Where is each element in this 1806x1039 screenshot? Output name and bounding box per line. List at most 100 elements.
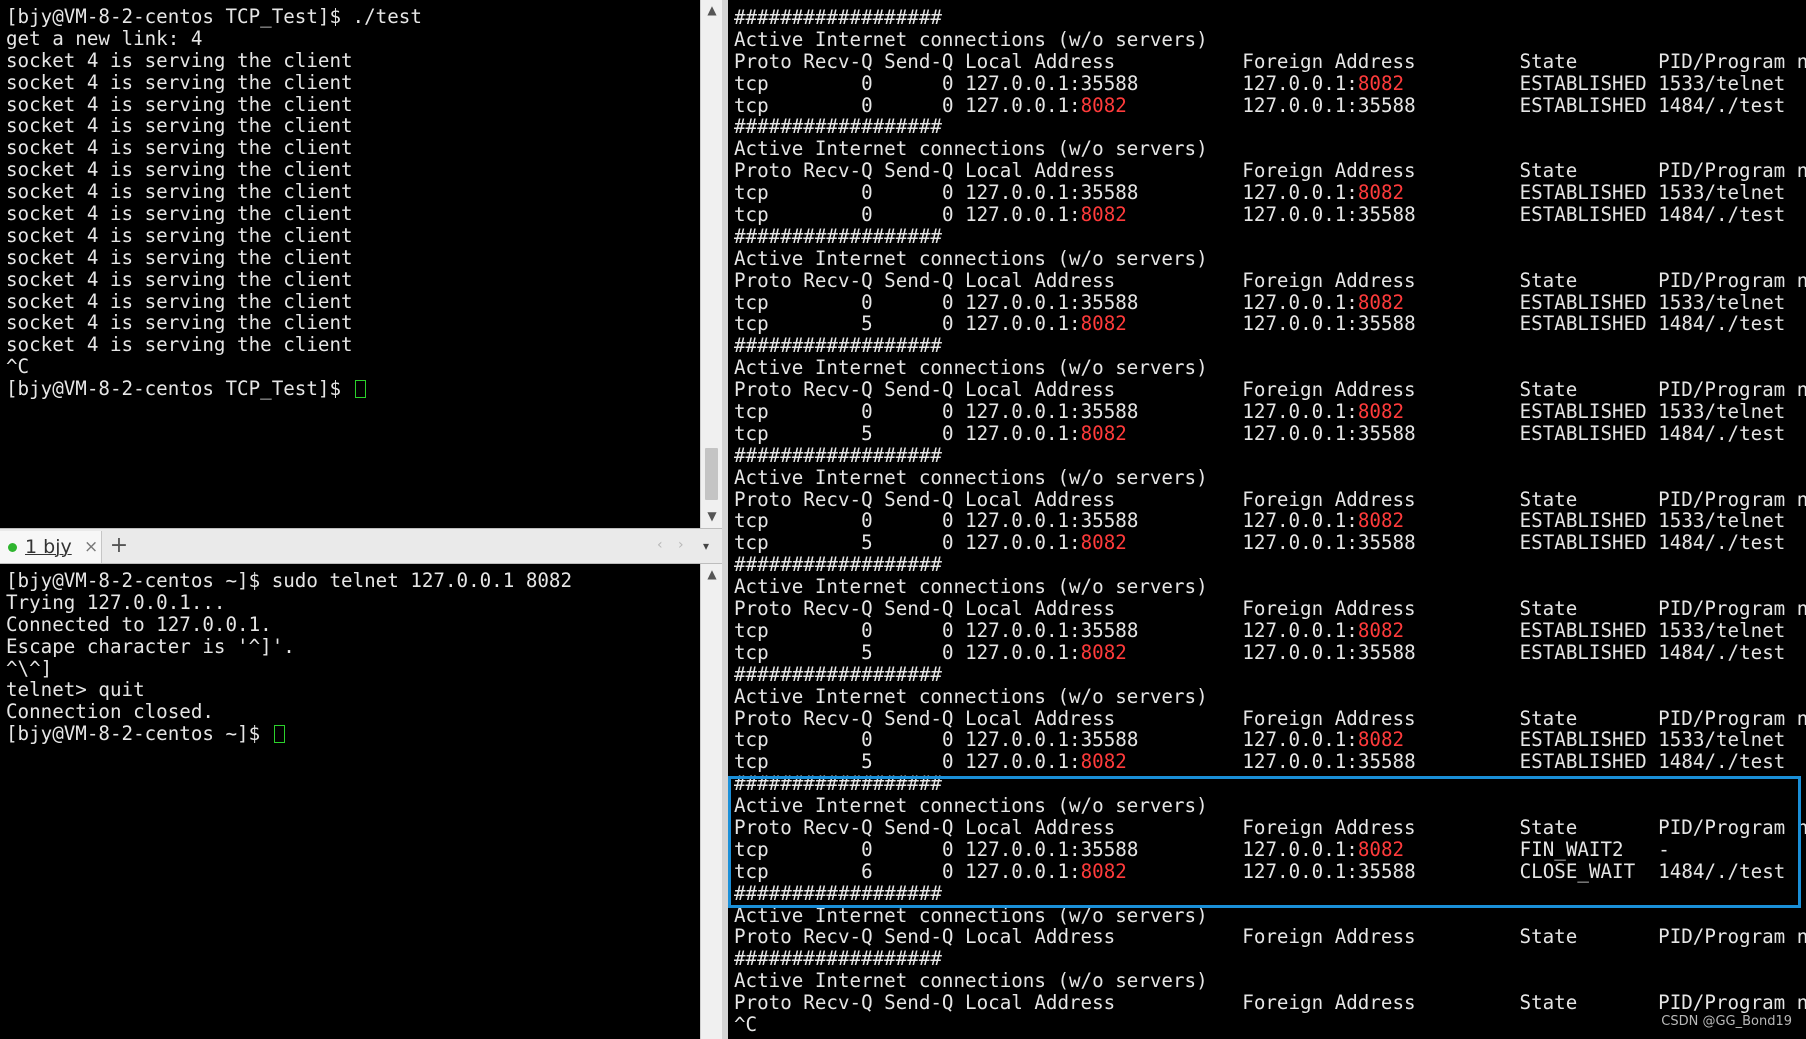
terminal-line: socket 4 is serving the client	[6, 245, 353, 269]
netstat-row: tcp 0 0 127.0.0.1:35588 127.0.0.1:8082 E…	[734, 290, 1806, 314]
separator-line: ##################	[734, 553, 942, 577]
proto-cell: tcp	[734, 421, 792, 445]
local-ip-cell: 127.0.0.1:	[965, 750, 1081, 774]
local-ip-cell: 127.0.0.1:	[965, 618, 1081, 642]
scroll-up-icon[interactable]: ▲	[701, 0, 723, 20]
local-ip-cell: 127.0.0.1:	[965, 421, 1081, 445]
foreign-port-cell: 35588	[1357, 640, 1416, 664]
separator-line: ##################	[734, 947, 942, 971]
scroll-up-icon[interactable]: ▲	[701, 564, 723, 584]
send-q-cell: 0	[884, 71, 954, 95]
pid-program-cell: 1484/./test	[1658, 421, 1786, 445]
local-ip-cell: 127.0.0.1:	[965, 312, 1081, 336]
state-cell: ESTABLISHED	[1519, 640, 1659, 664]
send-q-cell: 0	[884, 509, 954, 533]
netstat-row: tcp 0 0 127.0.0.1:35588 127.0.0.1:8082 E…	[734, 729, 1806, 751]
netstat-header: Proto Recv-Q Send-Q Local Address Foreig…	[734, 991, 1806, 1015]
netstat-row: tcp 0 0 127.0.0.1:35588 127.0.0.1:8082 E…	[734, 71, 1806, 95]
local-ip-cell: 127.0.0.1:	[965, 71, 1081, 95]
state-cell: ESTABLISHED	[1519, 203, 1659, 227]
send-q-cell: 0	[884, 728, 954, 752]
add-tab-button[interactable]: +	[108, 533, 130, 559]
interrupt-line: ^C	[734, 1012, 758, 1036]
pid-program-cell: 1484/./test	[1658, 531, 1786, 555]
client-terminal-scrollbar[interactable]: ▲	[700, 564, 723, 1039]
terminal-line: socket 4 is serving the client	[6, 289, 353, 313]
tab-session-bjy[interactable]: 1 bjy ×	[0, 531, 102, 563]
tab-menu-icon[interactable]: ▾	[703, 539, 709, 553]
netstat-row: tcp 5 0 127.0.0.1:8082 127.0.0.1:35588 E…	[734, 640, 1806, 664]
netstat-title: Active Internet connections (w/o servers…	[734, 27, 1208, 51]
terminal-line: telnet> quit	[6, 678, 145, 702]
local-ip-cell: 127.0.0.1:	[965, 181, 1081, 205]
recv-q-cell: 5	[803, 312, 873, 336]
foreign-port-cell: 35588	[1357, 203, 1416, 227]
foreign-ip-cell: 127.0.0.1:	[1242, 509, 1358, 533]
netstat-row: tcp 0 0 127.0.0.1:35588 127.0.0.1:8082 E…	[734, 510, 1806, 532]
proto-cell: tcp	[734, 509, 792, 533]
proto-cell: tcp	[734, 290, 792, 314]
terminal-line: socket 4 is serving the client	[6, 48, 353, 72]
proto-cell: tcp	[734, 203, 792, 227]
terminal-line: socket 4 is serving the client	[6, 92, 353, 116]
proto-cell: tcp	[734, 618, 792, 642]
state-cell: ESTABLISHED	[1519, 312, 1659, 336]
local-port-cell: 35588	[1080, 400, 1139, 424]
tab-next-icon[interactable]: ›	[678, 537, 684, 553]
terminal-line: socket 4 is serving the client	[6, 70, 353, 94]
prompt-text: [bjy@VM-8-2-centos ~]$	[6, 722, 272, 746]
close-tab-icon[interactable]: ×	[84, 537, 98, 557]
terminal-line: socket 4 is serving the client	[6, 311, 353, 335]
pid-program-cell: 1533/telnet	[1658, 71, 1786, 95]
server-terminal-pane[interactable]: [bjy@VM-8-2-centos TCP_Test]$ ./test get …	[0, 0, 700, 528]
pid-program-cell: 1533/telnet	[1658, 509, 1786, 533]
tab-prev-icon[interactable]: ‹	[657, 537, 663, 553]
netstat-header: Proto Recv-Q Send-Q Local Address Foreig…	[734, 706, 1806, 730]
netstat-row: tcp 5 0 127.0.0.1:8082 127.0.0.1:35588 E…	[734, 751, 1806, 773]
foreign-ip-cell: 127.0.0.1:	[1242, 531, 1358, 555]
scroll-down-icon[interactable]: ▼	[701, 506, 723, 526]
prompt-line: [bjy@VM-8-2-centos TCP_Test]$	[6, 378, 700, 400]
watermark: CSDN @GG_Bond19	[1661, 1014, 1792, 1029]
terminal-line: socket 4 is serving the client	[6, 267, 353, 291]
state-cell: ESTABLISHED	[1519, 93, 1659, 117]
terminal-line: socket 4 is serving the client	[6, 180, 353, 204]
pid-program-cell: 1484/./test	[1658, 640, 1786, 664]
proto-cell: tcp	[734, 640, 792, 664]
state-cell: ESTABLISHED	[1519, 750, 1659, 774]
proto-cell: tcp	[734, 71, 792, 95]
local-ip-cell: 127.0.0.1:	[965, 728, 1081, 752]
terminal-line: socket 4 is serving the client	[6, 202, 353, 226]
send-q-cell: 0	[884, 181, 954, 205]
proto-cell: tcp	[734, 728, 792, 752]
send-q-cell: 0	[884, 750, 954, 774]
terminal-line: socket 4 is serving the client	[6, 158, 353, 182]
foreign-ip-cell: 127.0.0.1:	[1242, 421, 1358, 445]
send-q-cell: 0	[884, 618, 954, 642]
foreign-port-cell: 8082	[1357, 290, 1405, 314]
foreign-port-cell: 8082	[1357, 400, 1405, 424]
terminal-line: [bjy@VM-8-2-centos TCP_Test]$ ./test	[6, 5, 422, 28]
terminal-line: Escape character is '^]'.	[6, 634, 295, 658]
foreign-port-cell: 8082	[1357, 618, 1405, 642]
netstat-row: tcp 5 0 127.0.0.1:8082 127.0.0.1:35588 E…	[734, 532, 1806, 554]
terminal-line: [bjy@VM-8-2-centos ~]$ sudo telnet 127.0…	[6, 569, 573, 592]
client-terminal-pane[interactable]: [bjy@VM-8-2-centos ~]$ sudo telnet 127.0…	[0, 564, 700, 1039]
terminal-line: ^\^]	[6, 656, 53, 680]
scrollbar-thumb[interactable]	[705, 448, 718, 500]
local-port-cell: 8082	[1080, 421, 1127, 445]
foreign-ip-cell: 127.0.0.1:	[1242, 750, 1358, 774]
netstat-header: Proto Recv-Q Send-Q Local Address Foreig…	[734, 268, 1806, 292]
state-cell: ESTABLISHED	[1519, 290, 1659, 314]
recv-q-cell: 0	[803, 728, 873, 752]
recv-q-cell: 0	[803, 618, 873, 642]
netstat-title: Active Internet connections (w/o servers…	[734, 137, 1208, 161]
netstat-row: tcp 5 0 127.0.0.1:8082 127.0.0.1:35588 E…	[734, 313, 1806, 335]
foreign-ip-cell: 127.0.0.1:	[1242, 400, 1358, 424]
local-port-cell: 35588	[1080, 181, 1139, 205]
state-cell: ESTABLISHED	[1519, 71, 1659, 95]
recv-q-cell: 0	[803, 71, 873, 95]
separator-line: ##################	[734, 662, 942, 686]
server-terminal-scrollbar[interactable]: ▲ ▼	[700, 0, 723, 528]
send-q-cell: 0	[884, 203, 954, 227]
